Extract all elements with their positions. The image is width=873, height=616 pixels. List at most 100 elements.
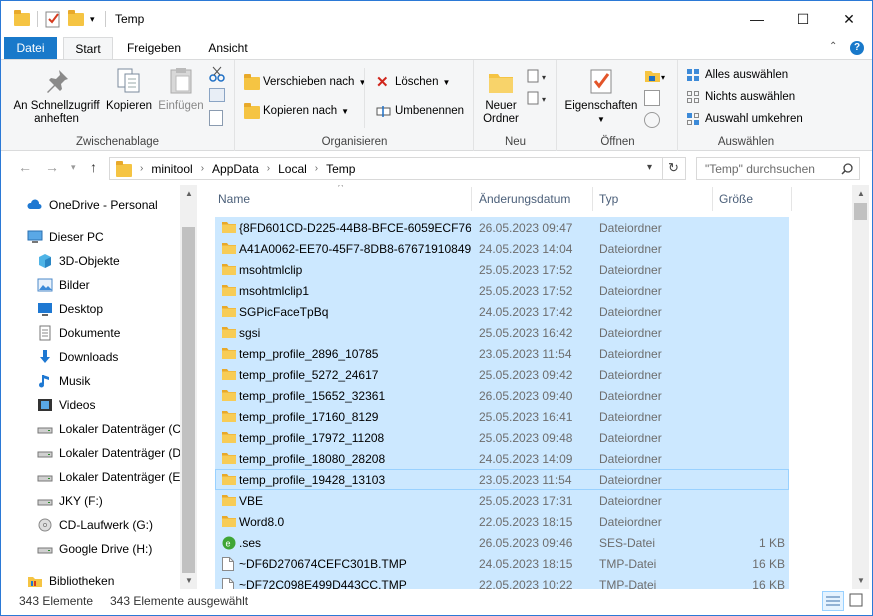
copy-path-icon[interactable]: [209, 88, 225, 102]
nav-item[interactable]: OneDrive - Personal: [27, 193, 180, 217]
file-row[interactable]: SGPicFaceTpBq 24.05.2023 17:42 Dateiordner: [215, 301, 789, 322]
tab-start[interactable]: Start: [63, 37, 113, 60]
column-separator[interactable]: [471, 187, 472, 211]
delete-button[interactable]: ✕ Löschen ▼: [376, 72, 450, 92]
new-item-icon[interactable]: ▾: [527, 68, 549, 84]
tab-view[interactable]: Ansicht: [197, 37, 259, 60]
recent-locations-icon[interactable]: ▾: [71, 162, 76, 173]
file-row[interactable]: sgsi 25.05.2023 16:42 Dateiordner: [215, 322, 789, 343]
breadcrumb-separator-icon: ›: [140, 163, 144, 174]
open-icon[interactable]: ▾: [644, 68, 668, 84]
nav-scroll-thumb[interactable]: [182, 227, 195, 573]
file-row[interactable]: temp_profile_17160_8129 25.05.2023 16:41 D…: [215, 406, 789, 427]
file-row[interactable]: msohtmlclip1 25.05.2023 17:52 Dateiordner: [215, 280, 789, 301]
nav-item[interactable]: CD-Laufwerk (G:): [37, 513, 180, 537]
select-all-button[interactable]: Alles auswählen: [686, 65, 788, 85]
address-bar[interactable]: › minitool › AppData › Local › Temp ▾ ↻: [109, 157, 686, 180]
file-row[interactable]: {8FD601CD-D225-44B8-BFCE-6059ECF76... 26.…: [215, 217, 789, 238]
column-separator[interactable]: [592, 187, 593, 211]
help-icon[interactable]: ?: [850, 41, 864, 55]
file-row[interactable]: e .ses 26.05.2023 09:46 SES-Datei 1 KB: [215, 532, 789, 553]
up-arrow-icon[interactable]: ↑: [90, 159, 97, 175]
search-icon[interactable]: [841, 163, 853, 175]
details-view-button[interactable]: [822, 591, 844, 611]
file-row[interactable]: temp_profile_5272_24617 25.05.2023 09:42 D…: [215, 364, 789, 385]
copy-to-button[interactable]: Kopieren nach ▼: [244, 101, 349, 121]
address-dropdown-icon[interactable]: ▾: [647, 162, 652, 173]
file-row[interactable]: ~DF6D270674CEFC301B.TMP 24.05.2023 18:15 T…: [215, 553, 789, 574]
new-folder-button[interactable]: Neuer Ordner: [479, 66, 523, 126]
move-to-button[interactable]: Verschieben nach ▼: [244, 72, 366, 92]
breadcrumb-appdata[interactable]: AppData: [212, 162, 259, 176]
easy-access-icon[interactable]: ▾: [527, 90, 549, 106]
breadcrumb-minitool[interactable]: minitool: [151, 162, 192, 176]
close-button[interactable]: ✕: [826, 1, 872, 37]
edit-icon[interactable]: [644, 90, 660, 106]
breadcrumb-separator-icon: ›: [314, 163, 319, 174]
quick-access-dropdown-icon[interactable]: ▾: [90, 9, 95, 29]
file-row[interactable]: Word8.0 22.05.2023 18:15 Dateiordner: [215, 511, 789, 532]
list-scroll-down-icon[interactable]: ▼: [857, 576, 865, 585]
cut-icon[interactable]: [209, 66, 225, 82]
file-row[interactable]: temp_profile_2896_10785 23.05.2023 11:54 D…: [215, 343, 789, 364]
nav-item[interactable]: Lokaler Datenträger (D:): [37, 441, 180, 465]
search-box[interactable]: "Temp" durchsuchen: [696, 157, 860, 180]
nav-item[interactable]: Bilder: [37, 273, 180, 297]
file-row[interactable]: ~DF72C098E499D443CC.TMP 22.05.2023 10:22 T…: [215, 574, 789, 589]
rename-button[interactable]: Umbenennen: [376, 101, 464, 121]
invert-selection-button[interactable]: Auswahl umkehren: [686, 109, 803, 129]
nav-scroll-down-icon[interactable]: ▼: [185, 576, 193, 585]
ribbon-collapse-icon[interactable]: ⌃: [829, 41, 837, 52]
select-none-button[interactable]: Nichts auswählen: [686, 87, 795, 107]
column-separator[interactable]: [791, 187, 792, 211]
nav-item[interactable]: 3D-Objekte: [37, 249, 180, 273]
properties-button[interactable]: Eigenschaften ▼: [562, 66, 640, 126]
forward-arrow-icon[interactable]: →: [45, 159, 59, 175]
file-row[interactable]: temp_profile_17972_11208 25.05.2023 09:48…: [215, 427, 789, 448]
file-row[interactable]: temp_profile_15652_32361 26.05.2023 09:40…: [215, 385, 789, 406]
paste-button[interactable]: Einfügen: [156, 66, 206, 113]
column-header-name[interactable]: Name: [218, 185, 250, 213]
list-scroll-up-icon[interactable]: ▲: [857, 189, 865, 198]
nav-item[interactable]: Lokaler Datenträger (E:): [37, 465, 180, 489]
nav-item[interactable]: JKY (F:): [37, 489, 180, 513]
nav-item[interactable]: Dokumente: [37, 321, 180, 345]
refresh-icon[interactable]: ↻: [668, 160, 679, 176]
column-header-type[interactable]: Typ: [599, 185, 618, 213]
file-row[interactable]: temp_profile_18080_28208 24.05.2023 14:09…: [215, 448, 789, 469]
tab-share[interactable]: Freigeben: [119, 37, 189, 60]
column-header-size[interactable]: Größe: [719, 185, 753, 213]
breadcrumb-local[interactable]: Local: [278, 162, 307, 176]
new-folder-quick-icon[interactable]: [68, 9, 84, 29]
back-arrow-icon[interactable]: ←: [18, 159, 32, 175]
column-header-date[interactable]: Änderungsdatum: [479, 185, 570, 213]
file-row[interactable]: VBE 25.05.2023 17:31 Dateiordner: [215, 490, 789, 511]
history-icon[interactable]: [644, 112, 660, 128]
large-icons-view-button[interactable]: [846, 591, 868, 611]
list-scroll-thumb[interactable]: [854, 203, 867, 220]
file-row[interactable]: temp_profile_19428_13103 23.05.2023 11:54…: [215, 469, 789, 490]
nav-item[interactable]: Google Drive (H:): [37, 537, 180, 561]
nav-item[interactable]: Videos: [37, 393, 180, 417]
copy-button[interactable]: Kopieren: [104, 66, 154, 113]
maximize-button[interactable]: ☐: [780, 1, 826, 37]
list-scrollbar[interactable]: [852, 185, 869, 589]
tab-file[interactable]: Datei: [4, 37, 57, 60]
nav-item[interactable]: Musik: [37, 369, 180, 393]
nav-item[interactable]: Dieser PC: [27, 225, 180, 249]
nav-item[interactable]: Lokaler Datenträger (C:): [37, 417, 180, 441]
folder-icon: [222, 473, 236, 488]
file-date: 24.05.2023 18:15: [479, 557, 573, 571]
nav-item[interactable]: Downloads: [37, 345, 180, 369]
pin-quick-access-button[interactable]: An Schnellzugriff anheften: [9, 66, 104, 126]
nav-item[interactable]: Desktop: [37, 297, 180, 321]
sort-ascending-icon: ^: [338, 185, 344, 193]
minimize-button[interactable]: —: [734, 1, 780, 37]
properties-quick-icon[interactable]: [45, 9, 61, 29]
breadcrumb-temp[interactable]: Temp: [326, 162, 355, 176]
file-row[interactable]: msohtmlclip 25.05.2023 17:52 Dateiordner: [215, 259, 789, 280]
paste-shortcut-icon[interactable]: [209, 110, 223, 126]
column-separator[interactable]: [712, 187, 713, 211]
file-row[interactable]: A41A0062-EE70-45F7-8DB8-676719108496 24.0…: [215, 238, 789, 259]
nav-scroll-up-icon[interactable]: ▲: [185, 189, 193, 198]
